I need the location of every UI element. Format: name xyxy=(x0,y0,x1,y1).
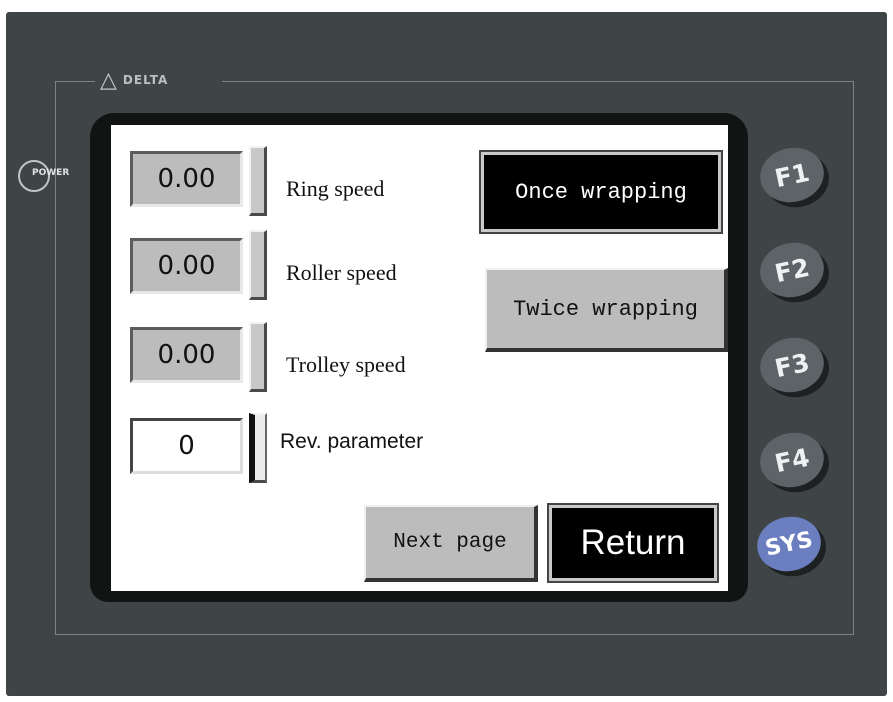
trolley-speed-value: 0.00 xyxy=(157,340,216,370)
delta-triangle-icon: △ xyxy=(100,67,117,92)
next-page-button[interactable]: Next page xyxy=(364,505,538,582)
trolley-speed-label: Trolley speed xyxy=(286,352,406,377)
rev-parameter-value: 0 xyxy=(178,431,195,461)
roller-speed-button[interactable] xyxy=(249,230,267,300)
ring-speed-display: 0.00 xyxy=(130,151,243,207)
twice-wrapping-button[interactable]: Twice wrapping xyxy=(485,268,728,352)
return-button[interactable]: Return xyxy=(547,503,719,583)
rev-parameter-input[interactable]: 0 xyxy=(130,418,243,474)
roller-speed-label: Roller speed xyxy=(286,260,397,285)
trolley-speed-button[interactable] xyxy=(249,322,267,392)
brand-logo-text: DELTA xyxy=(122,73,169,87)
return-label: Return xyxy=(580,523,686,562)
panel-frame-top-left xyxy=(55,81,95,82)
f3-key-label: F3 xyxy=(772,347,812,383)
once-wrapping-button[interactable]: Once wrapping xyxy=(479,150,723,234)
rev-parameter-label: Rev. parameter xyxy=(280,430,424,453)
f2-key-label: F2 xyxy=(772,252,812,288)
trolley-speed-display: 0.00 xyxy=(130,327,243,383)
roller-speed-display: 0.00 xyxy=(130,238,243,294)
power-label: POWER xyxy=(32,168,70,178)
ring-speed-button[interactable] xyxy=(249,146,267,216)
ring-speed-label: Ring speed xyxy=(286,176,385,201)
panel-frame-top-right xyxy=(222,81,853,82)
once-wrapping-label: Once wrapping xyxy=(515,179,687,205)
rev-parameter-button[interactable] xyxy=(249,413,267,483)
ring-speed-value: 0.00 xyxy=(157,164,216,194)
next-page-label: Next page xyxy=(393,531,507,554)
sys-key-label: SYS xyxy=(763,526,815,562)
f1-key-label: F1 xyxy=(772,157,812,193)
twice-wrapping-label: Twice wrapping xyxy=(513,296,698,322)
f4-key-label: F4 xyxy=(772,442,812,478)
roller-speed-value: 0.00 xyxy=(157,251,216,281)
brand-logo: △ DELTA xyxy=(100,67,218,93)
